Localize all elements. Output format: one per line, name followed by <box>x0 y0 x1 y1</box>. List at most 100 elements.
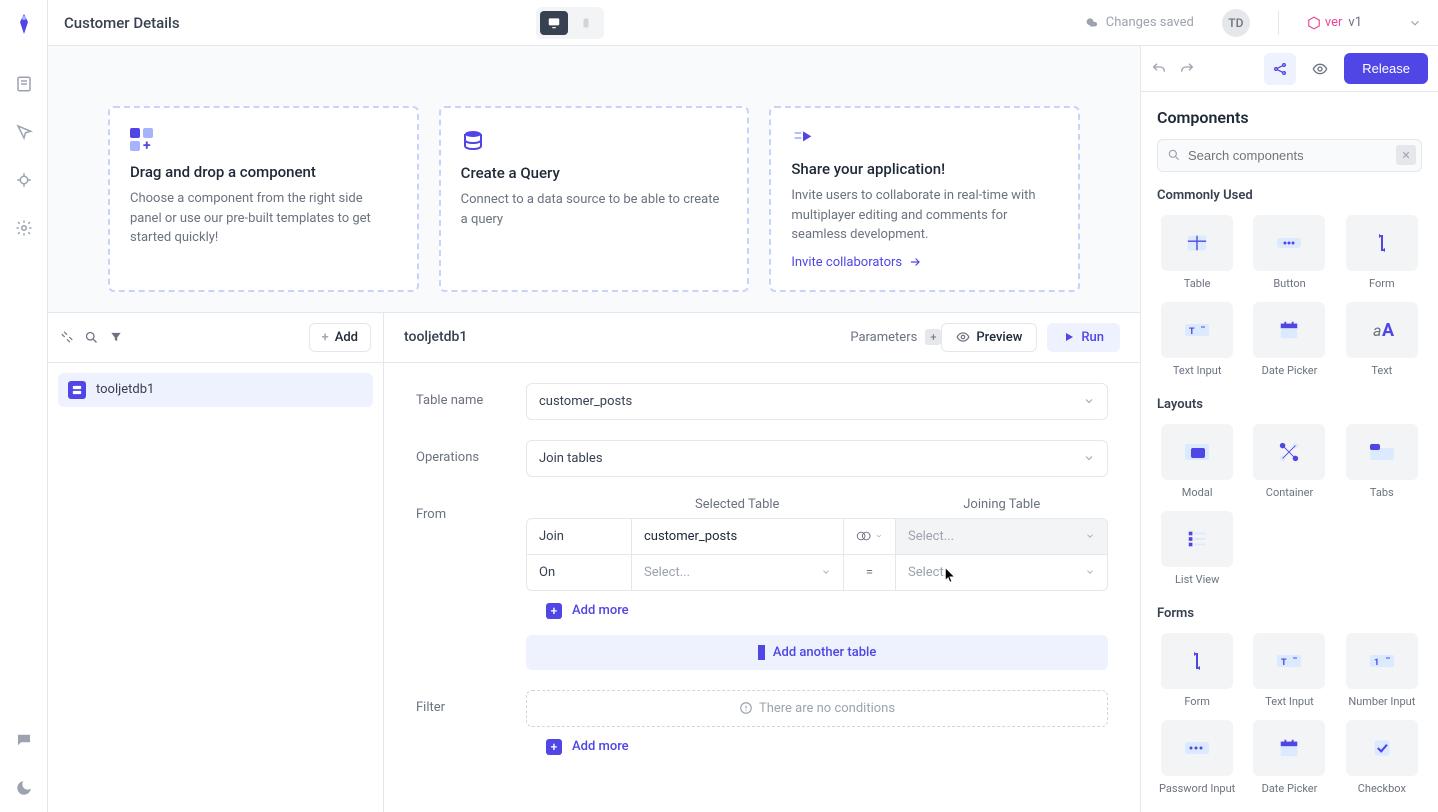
component-text-input[interactable]: T Text Input <box>1157 302 1237 377</box>
version-selector[interactable]: ver v1 <box>1307 15 1422 30</box>
parameters-row: Parameters + <box>850 329 941 345</box>
component-number-input[interactable]: 1 Number Input <box>1342 633 1422 708</box>
chevron-down-icon <box>1083 395 1095 407</box>
chat-icon[interactable] <box>12 728 36 752</box>
clear-search-button[interactable]: ✕ <box>1396 145 1416 165</box>
calendar-icon <box>1253 720 1325 776</box>
search-icon <box>1167 148 1181 162</box>
preview-eye-button[interactable] <box>1304 53 1336 85</box>
container-icon <box>1253 424 1325 480</box>
operations-label: Operations <box>416 440 526 465</box>
right-panel: Release Components ✕ Commonly Used <box>1140 46 1438 812</box>
component-list-view[interactable]: List View <box>1157 511 1237 586</box>
settings-icon[interactable] <box>12 216 36 240</box>
list-icon <box>1161 511 1233 567</box>
components-title: Components <box>1157 108 1422 127</box>
component-form[interactable]: Form <box>1342 215 1422 290</box>
add-query-button[interactable]: + Add <box>309 323 372 352</box>
search-icon[interactable] <box>84 330 99 345</box>
filter-icon[interactable] <box>109 330 123 344</box>
undo-button[interactable] <box>1151 61 1167 77</box>
avatar[interactable]: TD <box>1222 9 1250 37</box>
datasource-icon <box>68 381 86 399</box>
component-modal[interactable]: Modal <box>1157 424 1237 499</box>
from-label: From <box>416 497 526 522</box>
chevron-down-icon <box>1083 452 1095 464</box>
add-parameter-button[interactable]: + <box>925 329 941 345</box>
collapse-icon[interactable] <box>60 330 74 344</box>
selected-table-header: Selected Table <box>631 497 844 512</box>
invite-collaborators-link[interactable]: Invite collaborators <box>791 255 922 270</box>
hero-desc: Invite users to collaborate in real-time… <box>791 186 1058 245</box>
mobile-device-button[interactable] <box>572 11 600 35</box>
password-icon <box>1161 720 1233 776</box>
on-operator[interactable]: = <box>844 555 896 590</box>
query-body: tooljetdb1 Parameters + Preview <box>384 313 1140 812</box>
button-icon <box>1253 215 1325 271</box>
section-forms: Forms <box>1157 606 1422 621</box>
component-button[interactable]: Button <box>1249 215 1329 290</box>
run-button[interactable]: Run <box>1047 323 1120 352</box>
on-left-select[interactable]: Select... <box>632 555 844 590</box>
chevron-down-icon <box>1408 16 1422 30</box>
plus-icon: + <box>546 739 562 755</box>
table-icon <box>1161 215 1233 271</box>
svg-text:a: a <box>1373 321 1381 340</box>
section-commonly-used: Commonly Used <box>1157 188 1422 203</box>
search-input[interactable] <box>1157 139 1422 172</box>
joining-table-header: Joining Table <box>896 497 1109 512</box>
operations-select[interactable]: Join tables <box>526 440 1108 477</box>
add-more-join-button[interactable]: + Add more <box>526 603 1108 619</box>
plus-icon: + <box>546 603 562 619</box>
component-form2[interactable]: Form <box>1157 633 1237 708</box>
modal-icon <box>1161 424 1233 480</box>
component-date-picker2[interactable]: Date Picker <box>1249 720 1329 795</box>
svg-text:A: A <box>1382 320 1394 341</box>
on-right-select[interactable]: Select... <box>896 555 1107 590</box>
component-text[interactable]: aA Text <box>1342 302 1422 377</box>
table-name-select[interactable]: customer_posts <box>526 383 1108 420</box>
hero-card-query: Create a Query Connect to a data source … <box>439 106 750 292</box>
add-another-table-button[interactable]: + Add another table <box>526 635 1108 670</box>
component-password-input[interactable]: Password Input <box>1157 720 1237 795</box>
add-more-filter-button[interactable]: + Add more <box>526 739 1108 755</box>
hero-desc: Choose a component from the right side p… <box>130 189 397 248</box>
hero-title: Create a Query <box>461 164 728 182</box>
component-checkbox[interactable]: Checkbox <box>1342 720 1422 795</box>
join-type-select[interactable] <box>844 519 896 554</box>
plus-icon: + <box>758 645 765 660</box>
on-label: On <box>527 555 632 590</box>
theme-icon[interactable] <box>12 776 36 800</box>
release-button[interactable]: Release <box>1344 53 1428 84</box>
pages-icon[interactable] <box>12 72 36 96</box>
hero-card-share: Share your application! Invite users to … <box>769 106 1080 292</box>
checkbox-icon <box>1346 720 1418 776</box>
component-table[interactable]: Table <box>1157 215 1237 290</box>
component-text-input2[interactable]: T Text Input <box>1249 633 1329 708</box>
svg-text:1: 1 <box>1374 658 1379 668</box>
inspect-icon[interactable] <box>12 120 36 144</box>
hero-title: Share your application! <box>791 160 1058 178</box>
filter-empty-state: There are no conditions <box>526 690 1108 727</box>
form-icon <box>1161 633 1233 689</box>
selected-table-cell: customer_posts <box>632 519 844 554</box>
debug-icon[interactable] <box>12 168 36 192</box>
component-container[interactable]: Container <box>1249 424 1329 499</box>
joining-table-select[interactable]: Select... <box>896 519 1107 554</box>
share-button[interactable] <box>1264 53 1296 85</box>
desktop-device-button[interactable] <box>540 11 568 35</box>
text-icon: aA <box>1346 302 1418 358</box>
redo-button[interactable] <box>1179 61 1195 77</box>
logo-icon[interactable] <box>12 12 36 36</box>
filter-label: Filter <box>416 690 526 715</box>
share-icon <box>791 128 1058 148</box>
hero-title: Drag and drop a component <box>130 163 397 181</box>
text-input-icon: T <box>1161 302 1233 358</box>
components-icon: + <box>130 128 397 151</box>
query-item[interactable]: tooljetdb1 <box>58 373 373 407</box>
component-tabs[interactable]: Tabs <box>1342 424 1422 499</box>
preview-button[interactable]: Preview <box>941 323 1037 352</box>
component-date-picker[interactable]: Date Picker <box>1249 302 1329 377</box>
svg-text:T: T <box>1281 658 1287 668</box>
query-panel: + Add tooljetdb1 <box>48 312 1140 812</box>
